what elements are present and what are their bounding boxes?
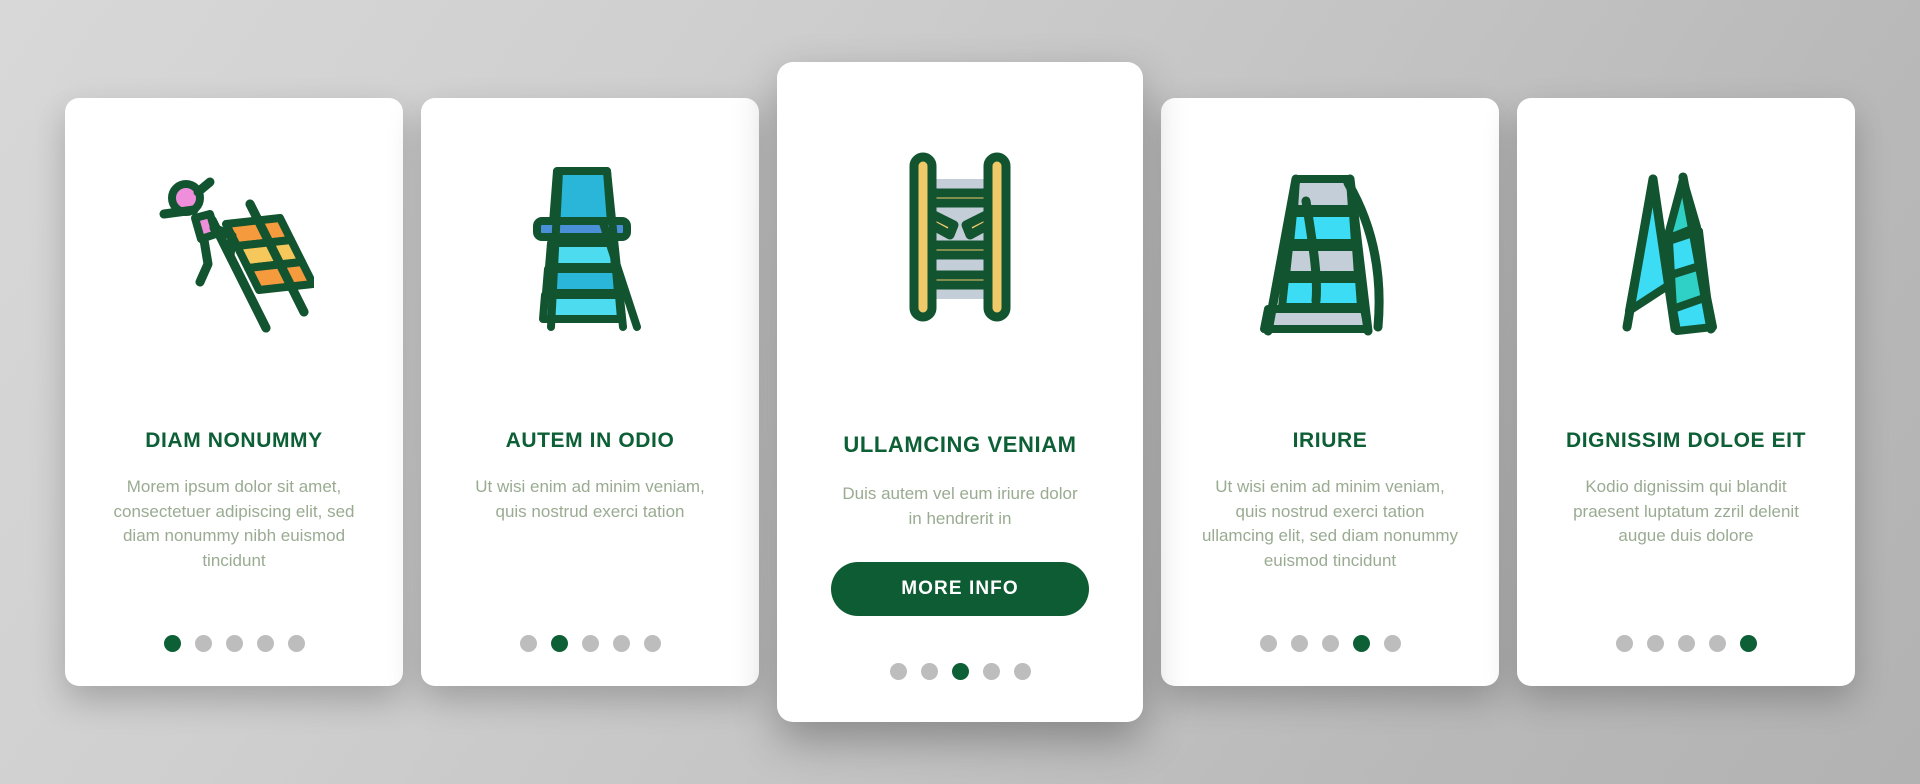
- onboarding-card-3[interactable]: ULLAMCING VENIAM Duis autem vel eum iriu…: [777, 62, 1143, 722]
- card-body-text: Kodio dignissim qui blandit praesent lup…: [1573, 477, 1799, 546]
- folding-step-ladder-icon: [1185, 144, 1475, 354]
- pagination-dot-3[interactable]: [1321, 635, 1339, 652]
- pagination-dot-2[interactable]: [1290, 635, 1308, 652]
- pagination-dots: [777, 663, 1143, 680]
- card-title: DIGNISSIM DOLOE EIT: [1565, 429, 1807, 452]
- pagination-dot-5[interactable]: [1383, 635, 1401, 652]
- card-body-text: Duis autem vel eum iriure dolor in hendr…: [842, 484, 1078, 529]
- pagination-dot-2[interactable]: [550, 635, 568, 652]
- pagination-dot-3[interactable]: [225, 635, 243, 652]
- pagination-dots: [421, 635, 759, 652]
- more-info-button[interactable]: MORE INFO: [831, 561, 1089, 616]
- card-title: AUTEM IN ODIO: [505, 429, 675, 452]
- pagination-dot-4[interactable]: [1352, 635, 1370, 652]
- pagination-dot-1[interactable]: [889, 663, 907, 680]
- card-title: ULLAMCING VENIAM: [843, 432, 1077, 457]
- onboarding-card-row: DIAM NONUMMY Morem ipsum dolor sit amet,…: [0, 0, 1920, 784]
- onboarding-card-2[interactable]: AUTEM IN ODIO Ut wisi enim ad minim veni…: [421, 98, 759, 686]
- onboarding-card-5[interactable]: DIGNISSIM DOLOE EIT Kodio dignissim qui …: [1517, 98, 1855, 686]
- pagination-dot-5[interactable]: [1739, 635, 1757, 652]
- pagination-dot-4[interactable]: [982, 663, 1000, 680]
- pagination-dot-3[interactable]: [951, 663, 969, 680]
- card-title: IRIURE: [1292, 429, 1368, 452]
- pagination-dot-2[interactable]: [1646, 635, 1664, 652]
- pagination-dots: [65, 635, 403, 652]
- pagination-dot-4[interactable]: [1708, 635, 1726, 652]
- pagination-dot-3[interactable]: [581, 635, 599, 652]
- onboarding-card-1[interactable]: DIAM NONUMMY Morem ipsum dolor sit amet,…: [65, 98, 403, 686]
- pagination-dot-5[interactable]: [287, 635, 305, 652]
- step-ladder-platform-icon: [445, 144, 735, 354]
- pagination-dot-1[interactable]: [1615, 635, 1633, 652]
- pagination-dot-5[interactable]: [1013, 663, 1031, 680]
- broken-rung-ladder-icon: [803, 114, 1117, 360]
- onboarding-card-4[interactable]: IRIURE Ut wisi enim ad minim veniam, qui…: [1161, 98, 1499, 686]
- person-falling-from-ladder-icon: [89, 144, 379, 354]
- pagination-dot-2[interactable]: [920, 663, 938, 680]
- pagination-dots: [1517, 635, 1855, 652]
- pagination-dot-1[interactable]: [163, 635, 181, 652]
- pagination-dot-1[interactable]: [1259, 635, 1277, 652]
- pagination-dot-1[interactable]: [519, 635, 537, 652]
- a-frame-ladder-icon: [1541, 144, 1831, 354]
- pagination-dot-3[interactable]: [1677, 635, 1695, 652]
- pagination-dot-2[interactable]: [194, 635, 212, 652]
- pagination-dot-5[interactable]: [643, 635, 661, 652]
- pagination-dots: [1161, 635, 1499, 652]
- pagination-dot-4[interactable]: [612, 635, 630, 652]
- pagination-dot-4[interactable]: [256, 635, 274, 652]
- card-body-text: Ut wisi enim ad minim veniam, quis nostr…: [475, 477, 705, 521]
- card-body-text: Morem ipsum dolor sit amet, consectetuer…: [113, 477, 355, 571]
- card-body-text: Ut wisi enim ad minim veniam, quis nostr…: [1201, 477, 1459, 571]
- card-title: DIAM NONUMMY: [145, 429, 323, 452]
